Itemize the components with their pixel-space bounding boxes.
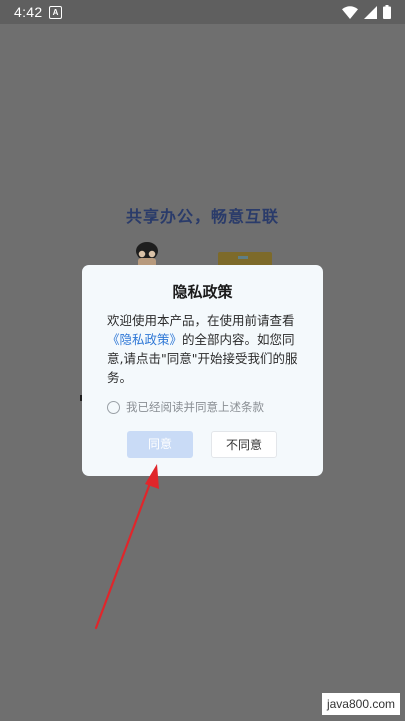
radio-unchecked-icon[interactable] — [107, 400, 120, 414]
agree-terms-checkbox[interactable]: 我已经阅读并同意上述条款 — [107, 399, 264, 415]
dialog-message-prefix: 欢迎使用本产品，在使用前请查看 — [107, 313, 295, 328]
status-bar: 4:42 A — [0, 0, 405, 24]
app-slogan: 共享办公，畅意互联 — [125, 207, 279, 226]
signal-icon — [364, 5, 377, 19]
notification-a-icon: A — [49, 6, 62, 19]
agree-terms-label[interactable]: 我已经阅读并同意上述条款 — [126, 399, 264, 415]
agree-button[interactable]: 同意 — [127, 431, 193, 458]
disagree-button[interactable]: 不同意 — [211, 431, 277, 458]
watermark-label: java800.com — [322, 693, 400, 715]
wifi-icon — [342, 5, 358, 19]
battery-icon — [383, 5, 391, 19]
dialog-message: 欢迎使用本产品，在使用前请查看《隐私政策》的全部内容。如您同意,请点击"同意"开… — [107, 311, 303, 387]
status-time: 4:42 — [14, 4, 43, 20]
status-icons — [342, 3, 391, 21]
privacy-policy-link[interactable]: 《隐私政策》 — [107, 332, 182, 347]
privacy-dialog: 隐私政策 欢迎使用本产品，在使用前请查看《隐私政策》的全部内容。如您同意,请点击… — [82, 265, 323, 476]
dialog-title: 隐私政策 — [172, 283, 233, 301]
